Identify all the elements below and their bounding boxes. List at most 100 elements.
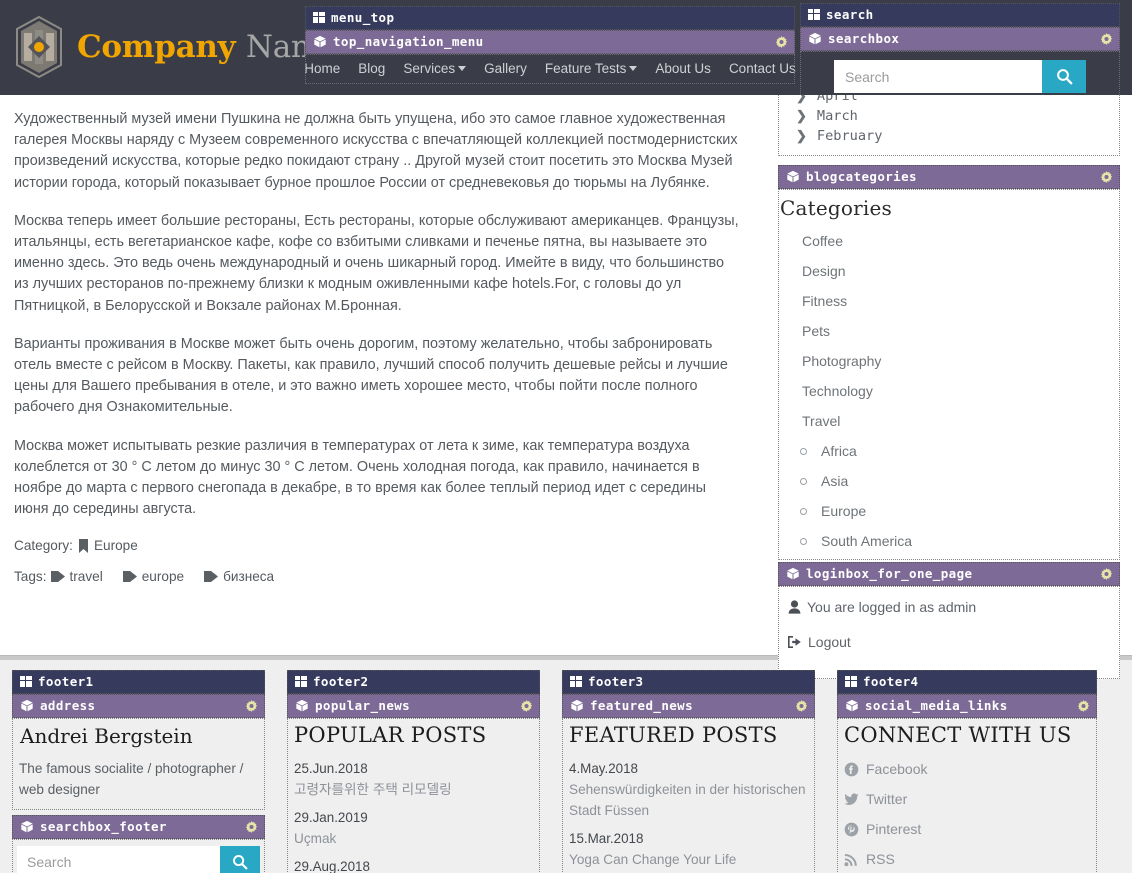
category-list-item[interactable]: Fitness — [778, 286, 1120, 316]
archive-item[interactable]: ❯ February — [796, 126, 1120, 146]
subcategory-list-item[interactable]: Asia — [778, 466, 1120, 496]
grid-icon — [808, 9, 820, 20]
sign-out-icon — [788, 636, 801, 648]
gear-icon[interactable] — [1077, 700, 1090, 713]
social-label: RSS — [866, 851, 895, 867]
archive-item[interactable]: ❯ March — [796, 106, 1120, 126]
subcategory-link[interactable]: Africa — [778, 436, 1120, 466]
category-list-item[interactable]: Design — [778, 256, 1120, 286]
category-link[interactable]: Technology — [778, 376, 1120, 406]
subcategory-list-item[interactable]: Europe — [778, 496, 1120, 526]
category-link[interactable]: Coffee — [778, 226, 1120, 256]
category-link[interactable]: Travel — [778, 406, 1120, 436]
subcategory-link[interactable]: Europe — [778, 496, 1120, 526]
widget-label-searchbox-footer: searchbox_footer — [12, 815, 265, 839]
circle-bullet-icon — [800, 447, 807, 455]
tag-item[interactable]: europe — [122, 569, 184, 584]
subcategory-label: South America — [821, 533, 913, 549]
nav-item-contact-us[interactable]: Contact Us — [729, 61, 796, 76]
gear-icon[interactable] — [1100, 33, 1113, 46]
social-link-rss[interactable]: RSS — [843, 844, 1091, 873]
subcategory-list-item[interactable]: South America — [778, 526, 1120, 556]
tag-item[interactable]: travel — [50, 569, 103, 584]
post-item[interactable]: 29.Aug.2018 — [293, 852, 534, 873]
social-link-twitter[interactable]: Twitter — [843, 784, 1091, 814]
post-title[interactable]: 고령자를위한 주택 리모델링 — [294, 779, 534, 800]
category-link[interactable]: Photography — [778, 346, 1120, 376]
category-link[interactable]: Design — [778, 256, 1120, 286]
subcategory-link[interactable]: Asia — [778, 466, 1120, 496]
search-widget-body — [800, 51, 1120, 95]
gear-icon[interactable] — [795, 700, 808, 713]
gear-icon[interactable] — [1100, 171, 1113, 184]
nav-item-about-us[interactable]: About Us — [655, 61, 711, 76]
user-icon — [788, 600, 801, 614]
cube-icon — [809, 32, 821, 45]
popular-news-body: POPULAR POSTS 25.Jun.2018 고령자를위한 주택 리모델링… — [287, 718, 540, 873]
cube-icon — [314, 35, 326, 48]
category-list-item[interactable]: Photography — [778, 346, 1120, 376]
gear-icon[interactable] — [1100, 568, 1113, 581]
subcategory-link[interactable]: South America — [778, 526, 1120, 556]
logout-link[interactable]: Logout — [808, 634, 851, 650]
block-label-footer3: footer3 — [562, 670, 815, 694]
brand-logo[interactable]: Company Name — [14, 16, 338, 78]
gear-icon[interactable] — [775, 36, 788, 49]
post-item[interactable]: 29.Jan.2019 Uçmak — [293, 803, 534, 852]
post-item[interactable]: 4.May.2018 Sehenswürdigkeiten in der his… — [568, 754, 809, 824]
gear-icon[interactable] — [245, 821, 258, 834]
tag-link[interactable]: бизнеса — [223, 569, 274, 584]
cube-icon — [787, 567, 799, 580]
twitter-icon — [844, 793, 859, 805]
category-link[interactable]: Europe — [94, 538, 138, 553]
post-title[interactable]: Uçmak — [294, 828, 534, 849]
category-link[interactable]: Pets — [778, 316, 1120, 346]
post-title[interactable]: Yoga Can Change Your Life — [569, 849, 809, 870]
login-status-text: You are logged in as admin — [807, 599, 977, 615]
subcategory-list-item[interactable]: Africa — [778, 436, 1120, 466]
nav-item-blog[interactable]: Blog — [358, 61, 385, 76]
category-link[interactable]: Fitness — [778, 286, 1120, 316]
gear-icon[interactable] — [520, 700, 533, 713]
social-link-pinterest[interactable]: Pinterest — [843, 814, 1091, 844]
category-list-item[interactable]: Travel Africa Asia Europe South America — [778, 406, 1120, 556]
post-title[interactable]: Sehenswürdigkeiten in der historischen S… — [569, 779, 809, 821]
search-submit-button[interactable] — [1042, 60, 1086, 93]
grid-icon — [845, 676, 857, 687]
rss-icon — [844, 853, 857, 866]
block-label-text: menu_top — [331, 10, 395, 25]
cube-icon — [846, 699, 858, 712]
nav-item-gallery[interactable]: Gallery — [484, 61, 527, 76]
category-list-item[interactable]: Technology — [778, 376, 1120, 406]
tag-item[interactable]: бизнеса — [204, 569, 274, 584]
logout-row[interactable]: Logout — [784, 622, 1114, 657]
social-link-facebook[interactable]: Facebook — [843, 754, 1091, 784]
tag-link[interactable]: travel — [70, 569, 103, 584]
widget-label-loginbox: loginbox_for_one_page — [778, 562, 1120, 586]
category-list-item[interactable]: Coffee — [778, 226, 1120, 256]
tag-icon — [50, 571, 65, 583]
footer-search-input[interactable] — [17, 846, 220, 873]
category-list-item[interactable]: Pets — [778, 316, 1120, 346]
cube-icon — [296, 699, 308, 712]
cube-icon — [787, 170, 799, 183]
chevron-down-icon — [629, 66, 638, 71]
categories-list: Coffee Design Fitness Pets Photography T… — [778, 226, 1120, 556]
footer-search-submit-button[interactable] — [220, 846, 260, 873]
tag-link[interactable]: europe — [142, 569, 184, 584]
top-navigation[interactable]: Home Blog Services Gallery Feature Tests… — [304, 54, 796, 84]
search-input[interactable] — [834, 60, 1042, 93]
nav-item-feature-tests[interactable]: Feature Tests — [545, 61, 638, 76]
blogcategories-body: Categories Coffee Design Fitness Pets Ph… — [778, 189, 1120, 560]
post-date: 29.Aug.2018 — [294, 859, 370, 873]
nav-item-home[interactable]: Home — [304, 61, 340, 76]
post-item[interactable]: 15.Mar.2018 Yoga Can Change Your Life — [568, 824, 809, 873]
subcategory-label: Europe — [821, 503, 867, 519]
featured-news-body: FEATURED POSTS 4.May.2018 Sehenswürdigke… — [562, 718, 815, 873]
article-tags: Tags: travel europe бизнеса — [14, 569, 742, 584]
social-label: Facebook — [866, 761, 928, 777]
facebook-icon — [844, 762, 859, 776]
post-item[interactable]: 25.Jun.2018 고령자를위한 주택 리모델링 — [293, 754, 534, 803]
gear-icon[interactable] — [245, 700, 258, 713]
nav-item-services[interactable]: Services — [403, 61, 467, 76]
